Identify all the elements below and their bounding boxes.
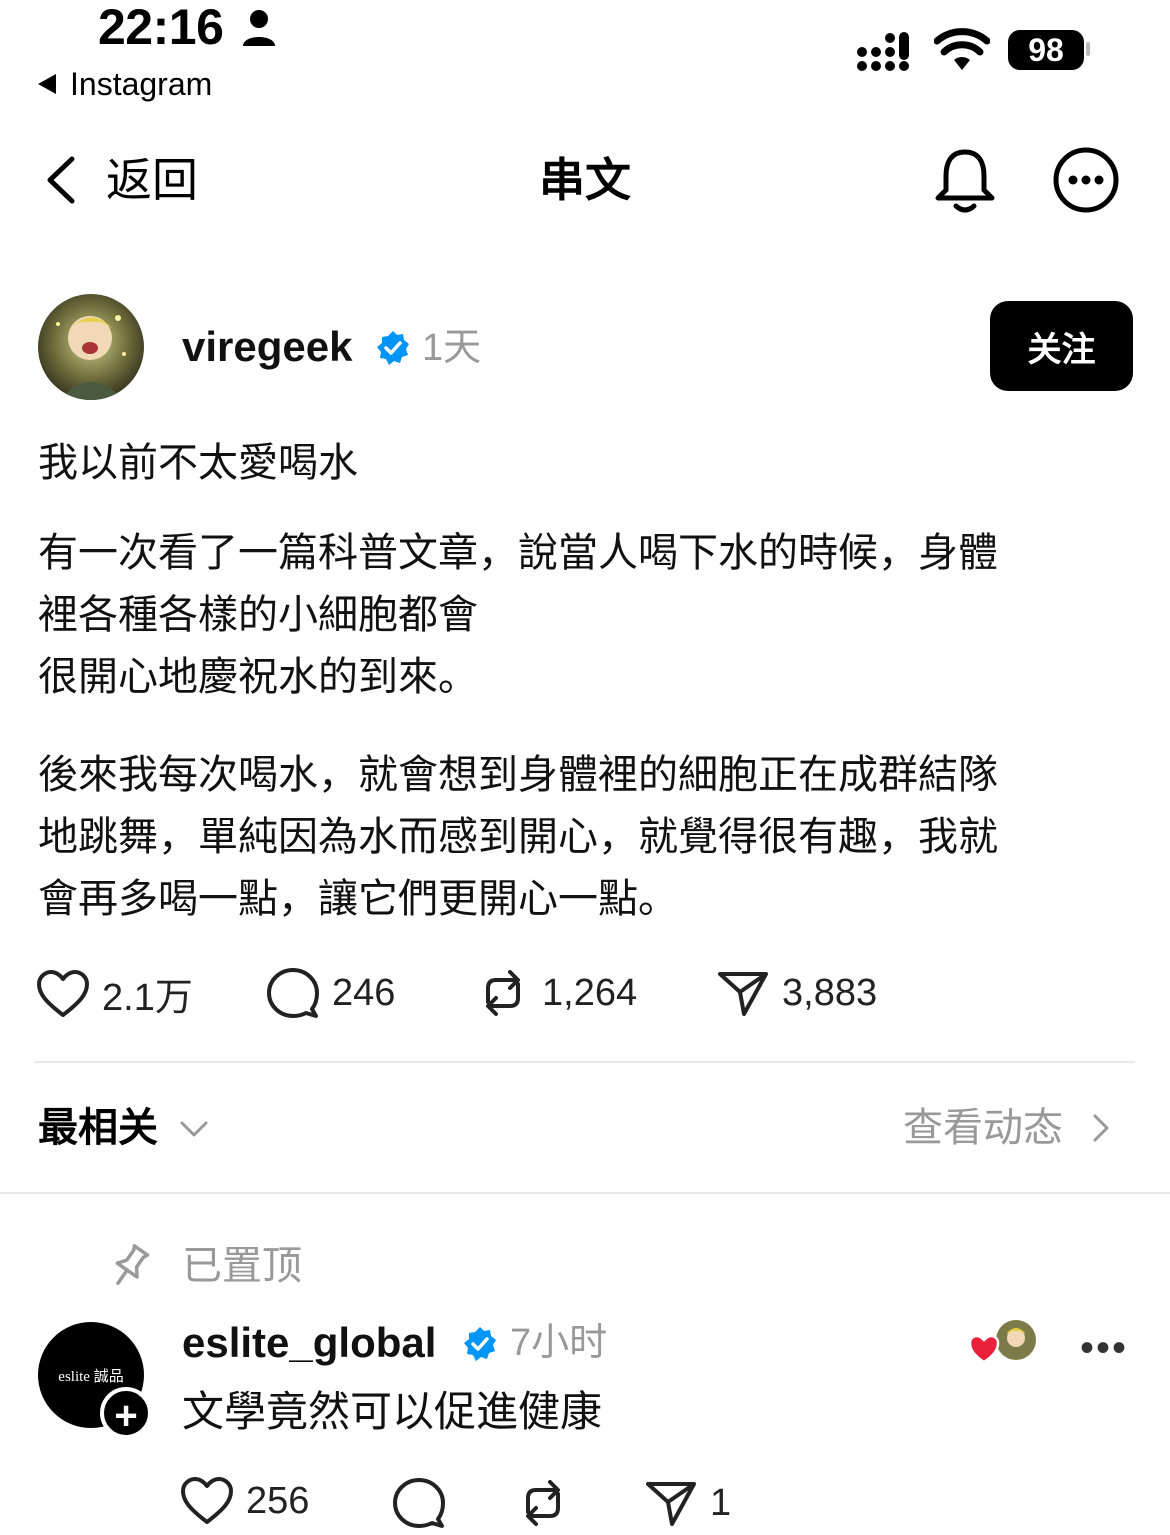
more-options-icon[interactable] — [1052, 146, 1120, 214]
cellular-signal-icon — [857, 32, 909, 71]
comment-share-button[interactable]: 1 — [644, 1476, 731, 1530]
sort-label: 最相关 — [38, 1106, 158, 1150]
pinned-label: 已置顶 — [182, 1244, 302, 1288]
repost-count: 1,264 — [542, 971, 638, 1014]
comment-count: 246 — [332, 971, 396, 1014]
author-liked-indicator — [968, 1320, 1036, 1364]
comment-timestamp: 7小时 — [510, 1322, 608, 1364]
battery-level: 98 — [1028, 32, 1064, 68]
sort-dropdown[interactable]: 最相关 — [38, 1100, 214, 1156]
section-divider — [0, 1192, 1170, 1194]
post-paragraph-1: 我以前不太愛喝水 — [38, 432, 1133, 494]
comment-bubble-icon — [393, 1478, 445, 1528]
eslite-logo: eslite 誠品 — [58, 1368, 124, 1385]
post-line: 我以前不太愛喝水 — [38, 441, 358, 485]
follow-plus-button[interactable]: + — [100, 1387, 152, 1439]
post-line: 地跳舞，單純因為水而感到開心，就覺得很有趣，我就 — [38, 815, 998, 859]
comment-username[interactable]: eslite_global — [182, 1316, 436, 1370]
verified-badge-icon — [464, 1327, 496, 1361]
pin-icon — [115, 1244, 150, 1285]
post-timestamp: 1天 — [422, 327, 482, 369]
heart-icon — [37, 969, 89, 1017]
send-icon — [718, 972, 768, 1016]
post-line: 後來我每次喝水，就會想到身體裡的細胞正在成群結隊 — [38, 753, 998, 797]
repost-button[interactable]: 1,264 — [476, 966, 637, 1020]
post-paragraph-2: 有一次看了一篇科普文章，說當人喝下水的時候，身體 裡各種各樣的小細胞都會 很開心… — [38, 522, 1133, 708]
post-line: 裡各種各樣的小細胞都會 — [38, 593, 478, 637]
post-line: 很開心地慶祝水的到來。 — [38, 655, 478, 699]
comment-more-icon[interactable]: ••• — [1080, 1326, 1128, 1371]
like-count: 2.1万 — [102, 977, 193, 1019]
verified-badge-icon — [377, 331, 409, 365]
comment-like-count: 256 — [246, 1479, 310, 1522]
chevron-down-icon — [180, 1121, 208, 1137]
back-app-label: Instagram — [70, 66, 213, 102]
share-count: 3,883 — [782, 971, 878, 1014]
view-activity-label: 查看动态 — [903, 1106, 1063, 1150]
post-line: 會再多喝一點，讓它們更開心一點。 — [38, 877, 678, 921]
avatar[interactable] — [38, 294, 144, 400]
post-username[interactable]: viregeek — [182, 320, 352, 374]
send-icon — [646, 1482, 696, 1526]
comment-repost-button[interactable] — [516, 1476, 570, 1530]
back-triangle-icon — [38, 74, 56, 94]
battery-cap — [1086, 42, 1090, 56]
status-time: 22:16 — [98, 2, 277, 52]
comment-button[interactable]: 246 — [266, 966, 395, 1020]
comment-text: 文學竟然可以促進健康 — [182, 1388, 603, 1435]
comment-like-button[interactable]: 256 — [180, 1476, 309, 1526]
repost-icon — [526, 1480, 560, 1526]
post-line: 有一次看了一篇科普文章，說當人喝下水的時候，身體 — [38, 531, 998, 575]
wifi-icon — [934, 28, 990, 70]
battery-indicator: 98 — [1008, 30, 1084, 70]
view-activity-link[interactable]: 查看动态 — [903, 1100, 1115, 1156]
person-icon — [242, 10, 275, 46]
divider — [35, 1061, 1135, 1063]
post-paragraph-3: 後來我每次喝水，就會想到身體裡的細胞正在成群結隊 地跳舞，單純因為水而感到開心，… — [38, 744, 1133, 930]
chevron-right-icon — [1093, 1114, 1109, 1142]
like-button[interactable]: 2.1万 — [36, 966, 193, 1021]
comment-reply-button[interactable] — [392, 1476, 446, 1530]
comment-share-count: 1 — [710, 1481, 732, 1524]
bell-icon[interactable] — [932, 146, 998, 214]
comment-bubble-icon — [267, 968, 319, 1018]
back-to-app-link[interactable]: Instagram — [38, 66, 212, 102]
pinned-indicator: 已置顶 — [108, 1238, 302, 1294]
share-button[interactable]: 3,883 — [716, 966, 877, 1020]
repost-icon — [486, 970, 520, 1016]
follow-button[interactable]: 关注 — [990, 301, 1133, 391]
heart-icon — [181, 1477, 233, 1524]
